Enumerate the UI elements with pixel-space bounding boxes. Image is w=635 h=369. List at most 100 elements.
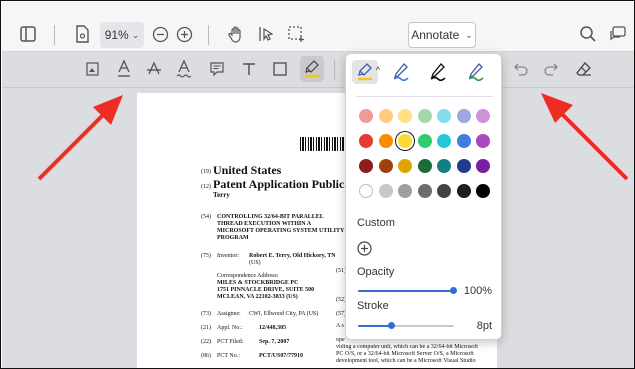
pen-blue-icon [393, 63, 409, 82]
highlighter-tool-button[interactable] [300, 56, 324, 82]
chevron-down-icon: ⌄ [465, 29, 473, 40]
opacity-label: Opacity [357, 266, 395, 278]
app-window: 91% ⌄ Annotate ⌄ (19) United States (12)… [0, 0, 635, 369]
color-swatch[interactable] [417, 109, 432, 123]
color-swatch[interactable] [437, 159, 451, 173]
doc-assignee-value: CWI, Ellwood City, PA (US) [249, 311, 319, 317]
image-annotation-icon[interactable] [84, 60, 102, 78]
doc-title-line: MICROSOFT OPERATING SYSTEM UTILITY [217, 228, 345, 234]
color-swatch[interactable] [437, 109, 451, 123]
color-swatch[interactable] [476, 134, 490, 148]
hand-tool-icon[interactable] [226, 24, 246, 44]
doc-code-12: (12) [201, 184, 211, 190]
color-swatch[interactable] [456, 184, 471, 198]
color-swatch[interactable] [476, 184, 490, 198]
chevron-up-icon[interactable]: ^ [374, 65, 382, 75]
color-swatch[interactable] [378, 109, 393, 123]
doc-appl-value: 12/448,305 [259, 325, 287, 331]
color-swatch[interactable] [359, 184, 373, 198]
color-swatch[interactable] [417, 184, 432, 198]
color-swatch[interactable] [378, 159, 393, 173]
strikethrough-text-icon[interactable] [144, 58, 164, 80]
redo-icon[interactable] [542, 60, 560, 78]
doc-abstract-line: development tool, which can be a Microso… [336, 358, 476, 364]
color-swatch[interactable] [398, 159, 412, 173]
doc-abstract-line: ope [336, 337, 345, 343]
search-icon[interactable] [578, 24, 598, 44]
pen-preset-green[interactable] [464, 60, 488, 84]
eraser-icon[interactable] [575, 60, 593, 78]
divider [334, 60, 335, 80]
doc-code-54: (54) [201, 214, 211, 220]
color-swatch[interactable] [398, 109, 412, 123]
note-icon[interactable] [208, 60, 226, 78]
color-swatch[interactable] [359, 159, 373, 173]
color-swatch[interactable] [359, 134, 373, 148]
stroke-slider-handle[interactable] [387, 322, 395, 329]
color-swatch[interactable] [359, 109, 373, 123]
add-custom-color-button[interactable] [356, 240, 372, 256]
chevron-down-icon: ⌄ [131, 29, 140, 40]
opacity-value: 100% [463, 285, 492, 297]
pen-preset-blue[interactable] [389, 60, 413, 84]
doc-title-line: CONTROLLING 32/64-BIT PARALLEL [217, 214, 324, 220]
doc-abstract-line: PC O/S, or a 32/64-bit Microsoft Server … [336, 351, 474, 357]
document-info-icon[interactable] [72, 24, 92, 44]
doc-inventor-label: Inventor: [217, 253, 239, 259]
doc-assignee-label: Assignee: [217, 311, 241, 317]
color-swatch[interactable] [378, 134, 393, 148]
color-swatch[interactable] [456, 109, 471, 123]
doc-abstract-line: A s [336, 323, 344, 329]
color-swatch[interactable] [476, 109, 490, 123]
color-swatch[interactable] [417, 159, 432, 173]
marquee-select-icon[interactable] [286, 24, 306, 44]
plus-circle-icon [356, 240, 372, 256]
color-swatch[interactable] [437, 184, 451, 198]
comments-icon[interactable] [608, 24, 628, 44]
highlighter-yellow-icon [358, 63, 372, 81]
doc-code-86: (86) [201, 353, 211, 359]
doc-inventor-short: Terry [213, 191, 230, 199]
zoom-in-icon[interactable] [175, 25, 193, 43]
select-tool-icon[interactable] [256, 24, 276, 44]
color-swatch[interactable] [437, 134, 451, 148]
doc-title-line: PROGRAM [217, 235, 249, 241]
doc-code-21: (21) [201, 325, 211, 331]
squiggly-text-icon[interactable] [174, 58, 194, 80]
zoom-dropdown[interactable]: 91% ⌄ [100, 22, 144, 48]
doc-code-75: (75) [201, 253, 211, 259]
color-swatch[interactable] [476, 159, 490, 173]
doc-corr-line: MILES & STOCKBRIDGE PC [217, 280, 299, 286]
doc-title-line: THREAD EXECUTION WITHIN A [217, 221, 312, 227]
annotate-label: Annotate [411, 28, 460, 42]
annotate-mode-select[interactable]: Annotate ⌄ [408, 22, 476, 48]
undo-icon[interactable] [512, 60, 530, 78]
red-arrow-right [541, 93, 629, 181]
color-swatch[interactable] [398, 134, 412, 148]
main-toolbar: 91% ⌄ Annotate ⌄ [2, 2, 634, 52]
doc-inventor-value-2: (US) [249, 260, 261, 266]
sidebar-toggle-icon[interactable] [18, 24, 38, 44]
doc-appl-label: Appl. No.: [217, 325, 243, 331]
underline-text-icon[interactable] [114, 58, 134, 80]
stroke-value: 8pt [476, 320, 492, 332]
pen-preset-black[interactable] [426, 60, 450, 84]
zoom-out-icon[interactable] [151, 25, 169, 43]
color-swatch[interactable] [456, 159, 471, 173]
shape-tool-icon[interactable] [271, 60, 289, 78]
red-arrow-left [37, 95, 123, 181]
color-swatch[interactable] [417, 134, 432, 148]
doc-abstract-line: viding a computer unit, which can be a 3… [336, 344, 478, 350]
pen-black-icon [430, 63, 446, 82]
text-tool-icon[interactable] [240, 60, 258, 78]
opacity-slider-handle[interactable] [450, 287, 457, 294]
color-swatch[interactable] [378, 184, 393, 198]
annotation-toolbar [2, 52, 634, 88]
doc-corr-label: Correspondence Address: [217, 273, 279, 279]
doc-country: United States [213, 163, 282, 177]
zoom-value: 91% [104, 28, 129, 42]
color-swatch[interactable] [398, 184, 412, 198]
doc-inventor-value: Robert E. Terry, Old Hickory, TN [249, 253, 336, 259]
doc-pct-filed-value: Sep. 7, 2007 [259, 339, 290, 345]
color-swatch[interactable] [456, 134, 471, 148]
